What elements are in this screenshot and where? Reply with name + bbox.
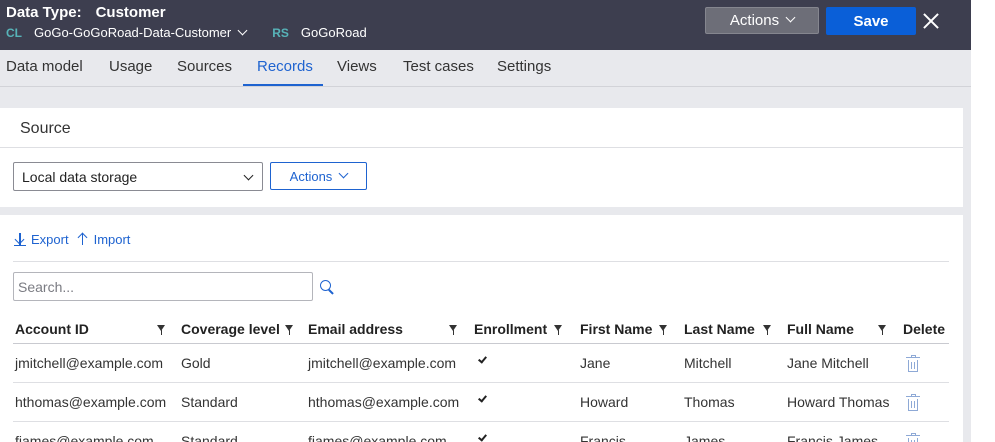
- table-row[interactable]: fjames@example.com Standard fjames@examp…: [13, 421, 949, 442]
- cell-email[interactable]: fjames@example.com: [306, 421, 472, 442]
- cell-account-id[interactable]: jmitchell@example.com: [13, 343, 179, 383]
- filter-icon[interactable]: [157, 325, 165, 335]
- search-input[interactable]: [13, 272, 313, 301]
- column-header[interactable]: Coverage level: [179, 315, 306, 344]
- cell-delete: [901, 343, 949, 383]
- source-panel: Source Local data storage Actions: [0, 108, 963, 207]
- cell-enrollment[interactable]: [472, 382, 578, 422]
- download-icon: [14, 233, 26, 246]
- divider: [0, 147, 963, 148]
- tab-records[interactable]: Records: [257, 58, 313, 75]
- chevron-down-icon: [237, 25, 248, 36]
- cell-first-name[interactable]: Howard: [578, 382, 682, 422]
- import-link[interactable]: Import: [77, 232, 130, 247]
- scrollbar-track[interactable]: [971, 0, 995, 442]
- source-actions-button[interactable]: Actions: [270, 162, 367, 190]
- cell-email[interactable]: jmitchell@example.com: [306, 343, 472, 383]
- cell-first-name[interactable]: Jane: [578, 343, 682, 383]
- cell-account-id[interactable]: hthomas@example.com: [13, 382, 179, 422]
- table-row[interactable]: hthomas@example.com Standard hthomas@exa…: [13, 382, 949, 422]
- tab-data-model[interactable]: Data model: [6, 58, 83, 75]
- export-link[interactable]: Export: [14, 232, 69, 247]
- cell-coverage[interactable]: Gold: [179, 343, 306, 383]
- check-icon: [478, 431, 487, 442]
- filter-icon[interactable]: [554, 325, 562, 335]
- cell-enrollment[interactable]: [472, 421, 578, 442]
- class-name-link[interactable]: GoGo-GoGoRoad-Data-Customer: [34, 25, 248, 40]
- search-icon[interactable]: [320, 280, 335, 295]
- rs-prefix: RS: [272, 25, 289, 40]
- upload-icon: [77, 232, 89, 246]
- cell-email[interactable]: hthomas@example.com: [306, 382, 472, 422]
- filter-icon[interactable]: [285, 325, 293, 335]
- check-icon: [478, 353, 487, 364]
- active-tab-indicator: [243, 84, 323, 86]
- column-header[interactable]: Account ID: [13, 315, 179, 344]
- chevron-down-icon: [338, 168, 349, 178]
- export-import-links: Export Import: [14, 232, 138, 247]
- cell-full-name[interactable]: Jane Mitchell: [785, 343, 901, 383]
- filter-icon[interactable]: [449, 325, 457, 335]
- cl-prefix: CL: [6, 25, 22, 40]
- storage-select-value: Local data storage: [22, 168, 138, 185]
- trash-icon[interactable]: [906, 432, 920, 442]
- cell-coverage[interactable]: Standard: [179, 382, 306, 422]
- column-header[interactable]: Last Name: [682, 315, 785, 344]
- filter-icon[interactable]: [878, 325, 886, 335]
- storage-select[interactable]: Local data storage: [13, 162, 263, 191]
- data-type-label: Data Type:: [6, 4, 82, 21]
- tab-settings[interactable]: Settings: [497, 58, 551, 75]
- cell-last-name[interactable]: James: [682, 421, 785, 442]
- trash-icon[interactable]: [906, 393, 920, 411]
- cell-last-name[interactable]: Thomas: [682, 382, 785, 422]
- records-panel: Export Import Account ID Coverage level …: [0, 215, 963, 442]
- save-button[interactable]: Save: [826, 7, 916, 35]
- column-header[interactable]: Enrollment: [472, 315, 578, 344]
- header-actions-button[interactable]: Actions: [705, 7, 819, 34]
- class-info: CL GoGo-GoGoRoad-Data-Customer RS GoGoRo…: [6, 25, 367, 40]
- page-title: Data Type: Customer: [6, 4, 166, 21]
- records-table: Account ID Coverage level Email address …: [13, 315, 949, 442]
- close-icon[interactable]: [922, 12, 940, 30]
- divider: [13, 261, 949, 262]
- source-title: Source: [20, 120, 71, 137]
- check-icon: [478, 392, 487, 403]
- cell-account-id[interactable]: fjames@example.com: [13, 421, 179, 442]
- cell-enrollment[interactable]: [472, 343, 578, 383]
- tab-views[interactable]: Views: [337, 58, 377, 75]
- cell-coverage[interactable]: Standard: [179, 421, 306, 442]
- filter-icon[interactable]: [763, 325, 771, 335]
- cell-first-name[interactable]: Francis: [578, 421, 682, 442]
- tab-test-cases[interactable]: Test cases: [403, 58, 474, 75]
- filter-icon[interactable]: [659, 325, 667, 335]
- tab-sources[interactable]: Sources: [177, 58, 232, 75]
- cell-last-name[interactable]: Mitchell: [682, 343, 785, 383]
- ruleset-name: GoGoRoad: [300, 25, 367, 40]
- cell-delete: [901, 421, 949, 442]
- column-header[interactable]: Full Name: [785, 315, 901, 344]
- column-header: Delete: [901, 315, 949, 344]
- column-header[interactable]: Email address: [306, 315, 472, 344]
- chevron-down-icon: [785, 12, 796, 23]
- cell-full-name[interactable]: Howard Thomas: [785, 382, 901, 422]
- tab-usage[interactable]: Usage: [109, 58, 152, 75]
- header-bar: Data Type: Customer CL GoGo-GoGoRoad-Data…: [0, 0, 971, 50]
- tab-bar: Data model Usage Sources Records Views T…: [0, 50, 971, 87]
- table-header-row: Account ID Coverage level Email address …: [13, 315, 949, 344]
- cell-delete: [901, 382, 949, 422]
- cell-full-name[interactable]: Francis James: [785, 421, 901, 442]
- chevron-down-icon: [243, 170, 254, 181]
- column-header[interactable]: First Name: [578, 315, 682, 344]
- data-type-value: Customer: [95, 4, 166, 21]
- trash-icon[interactable]: [906, 354, 920, 372]
- table-row[interactable]: jmitchell@example.com Gold jmitchell@exa…: [13, 343, 949, 383]
